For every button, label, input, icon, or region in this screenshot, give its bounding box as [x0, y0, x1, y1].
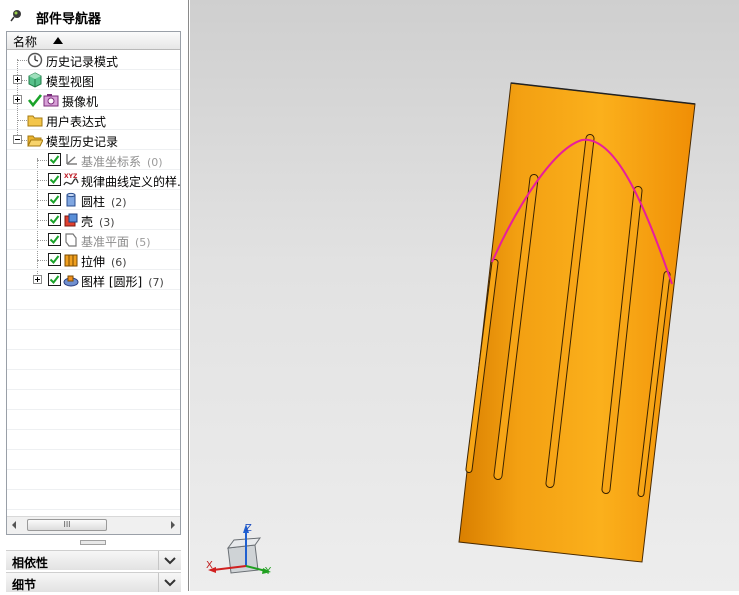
tree-item-label: 历史记录模式 — [46, 55, 119, 69]
feature-checkbox[interactable] — [48, 193, 61, 206]
tree-item-label: 模型历史记录 — [46, 135, 119, 149]
camera-icon — [43, 94, 59, 107]
empty-row — [7, 330, 180, 350]
details-title: 细节 — [12, 578, 37, 592]
scroll-right-icon[interactable] — [171, 521, 175, 529]
view-triad[interactable]: Z X Y — [206, 523, 272, 577]
tree-line — [37, 220, 47, 221]
empty-row — [7, 470, 180, 490]
panel-toggle-button[interactable] — [158, 551, 181, 570]
active-check-icon — [27, 94, 43, 108]
details-panel-header[interactable]: 细节 — [6, 572, 181, 592]
feature-checkbox[interactable] — [48, 173, 61, 186]
tree-line — [37, 180, 47, 181]
navigator-tree[interactable]: 名称 历史记录模式 模型视图 摄像机 用户表达式 模型历史记录 基准坐标系 (0… — [6, 31, 181, 535]
scroll-thumb[interactable]: III — [27, 519, 107, 531]
tree-item-label: 模型视图 — [46, 75, 95, 89]
empty-row — [7, 490, 180, 510]
chevron-down-icon — [164, 579, 176, 587]
model-view-icon — [28, 72, 42, 88]
shell-icon — [64, 213, 78, 227]
navigator-title-bar: 部件导航器 — [0, 0, 188, 32]
tree-item-label: 拉伸 (6) — [81, 255, 127, 269]
empty-row — [7, 310, 180, 330]
feature-checkbox[interactable] — [48, 233, 61, 246]
panel-toggle-button[interactable] — [158, 573, 181, 592]
tree-item-label: 基准平面 (5) — [81, 235, 151, 249]
clock-icon — [27, 52, 43, 68]
tree-item-label: 图样 [圆形] (7) — [81, 275, 164, 289]
tree-row-cylinder[interactable]: 圆柱 (2) — [7, 190, 180, 210]
tree-row-datum-plane[interactable]: 基准平面 (5) — [7, 230, 180, 250]
tree-item-label: 基准坐标系 (0) — [81, 155, 163, 169]
navigator-title: 部件导航器 — [36, 12, 102, 27]
tree-row-model-history[interactable]: 模型历史记录 — [7, 130, 180, 150]
tree-line — [37, 160, 47, 161]
feature-checkbox[interactable] — [48, 273, 61, 286]
feature-checkbox[interactable] — [48, 213, 61, 226]
tree-row-user-expressions[interactable]: 用户表达式 — [7, 110, 180, 130]
triad-x-label: X — [206, 560, 213, 571]
law-curve-icon: XYZ — [63, 173, 79, 186]
feature-checkbox[interactable] — [48, 153, 61, 166]
empty-row — [7, 410, 180, 430]
column-name: 名称 — [13, 35, 38, 49]
empty-row — [7, 370, 180, 390]
datum-plane-icon — [65, 233, 77, 247]
tree-item-label: 圆柱 (2) — [81, 195, 127, 209]
sort-ascending-icon — [53, 37, 63, 44]
dependencies-title: 相依性 — [12, 556, 49, 570]
tree-item-label: 规律曲线定义的样... — [81, 175, 181, 189]
tree-item-label: 用户表达式 — [46, 115, 107, 129]
triad-z-label: Z — [245, 523, 252, 534]
tree-item-label: 摄像机 — [62, 95, 99, 109]
tree-row-datum-csys[interactable]: 基准坐标系 (0) — [7, 150, 180, 170]
model-canvas[interactable]: Z X Y — [190, 0, 739, 591]
scroll-left-icon[interactable] — [12, 521, 16, 529]
tree-line — [37, 200, 47, 201]
panel-splitter[interactable] — [80, 540, 106, 545]
part-navigator-panel: 部件导航器 名称 历史记录模式 模型视图 摄像机 用户表达式 模型历史记录 基准… — [0, 0, 189, 592]
graphics-viewport[interactable]: Z X Y — [190, 0, 739, 591]
horizontal-scrollbar[interactable]: III — [7, 516, 180, 534]
tree-item-label: 壳 (3) — [81, 215, 115, 229]
expand-icon[interactable] — [33, 275, 42, 284]
tree-line — [37, 240, 47, 241]
empty-row — [7, 390, 180, 410]
expand-icon[interactable] — [13, 95, 22, 104]
pin-icon[interactable] — [10, 8, 24, 22]
folder-icon — [27, 115, 43, 127]
tree-row-history-mode[interactable]: 历史记录模式 — [7, 50, 180, 70]
tree-line — [17, 120, 27, 121]
tree-row-cameras[interactable]: 摄像机 — [7, 90, 180, 110]
feature-checkbox[interactable] — [48, 253, 61, 266]
tree-line — [37, 260, 47, 261]
tree-row-shell[interactable]: 壳 (3) — [7, 210, 180, 230]
empty-row — [7, 290, 180, 310]
tree-line — [17, 60, 27, 61]
open-folder-icon — [27, 135, 43, 147]
tree-row-extrude[interactable]: 拉伸 (6) — [7, 250, 180, 270]
empty-row — [7, 450, 180, 470]
triad-y-label: Y — [264, 566, 272, 577]
cylinder-icon — [66, 192, 76, 207]
tree-column-header[interactable]: 名称 — [7, 32, 180, 50]
tree-row-model-views[interactable]: 模型视图 — [7, 70, 180, 90]
expand-icon[interactable] — [13, 75, 22, 84]
pattern-icon — [63, 275, 79, 287]
tree-row-law-curve[interactable]: XYZ 规律曲线定义的样... — [7, 170, 180, 190]
collapse-icon[interactable] — [13, 135, 22, 144]
tree-row-pattern[interactable]: 图样 [圆形] (7) — [7, 270, 180, 290]
datum-csys-icon — [66, 154, 77, 165]
chevron-down-icon — [164, 557, 176, 565]
extrude-icon — [64, 254, 78, 267]
empty-row — [7, 430, 180, 450]
empty-row — [7, 350, 180, 370]
dependencies-panel-header[interactable]: 相依性 — [6, 550, 181, 570]
